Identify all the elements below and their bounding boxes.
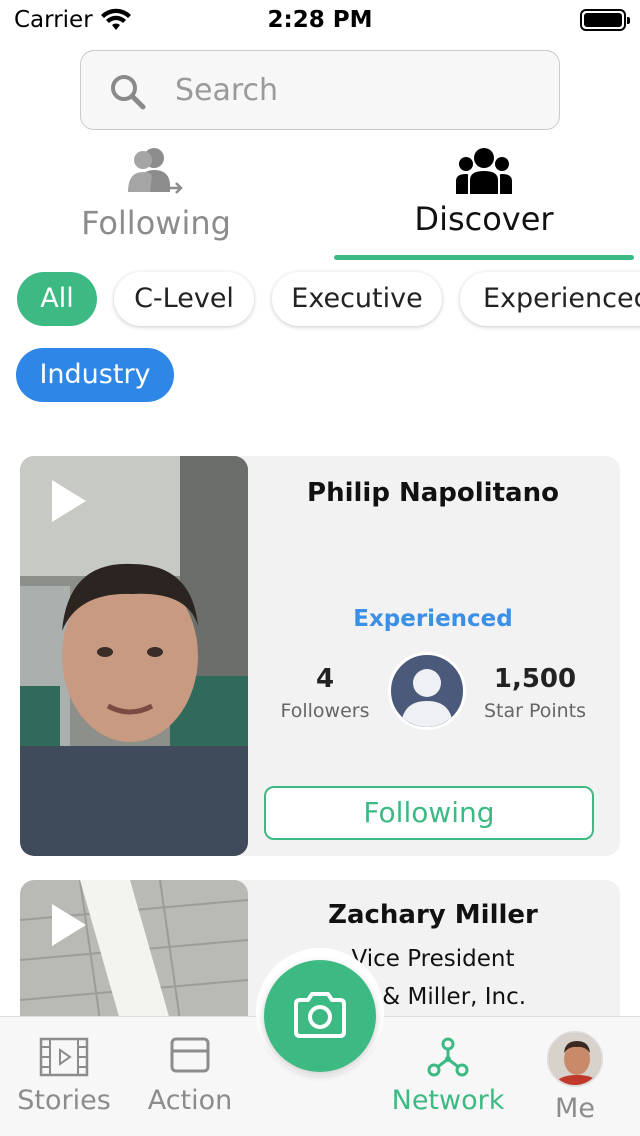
filter-chip-experienced[interactable]: Experienced: [460, 272, 640, 326]
camera-button[interactable]: [264, 960, 376, 1072]
play-icon: [52, 480, 86, 522]
following-users-icon: [126, 146, 186, 200]
filter-chip-c-level[interactable]: C-Level: [114, 272, 254, 326]
network-icon: [427, 1037, 469, 1081]
tab-following[interactable]: Following: [56, 138, 256, 260]
industry-chip[interactable]: Industry: [16, 348, 174, 402]
star-points-label: Star Points: [483, 700, 587, 722]
tab-discover-label: Discover: [414, 200, 554, 238]
tab-stories[interactable]: Stories: [14, 1017, 114, 1136]
search-icon: [109, 73, 149, 117]
tab-me[interactable]: Me: [530, 1017, 620, 1136]
video-thumbnail[interactable]: [20, 880, 248, 1020]
tab-discover[interactable]: Discover: [334, 138, 634, 260]
filter-chip-executive[interactable]: Executive: [272, 272, 442, 326]
filter-chip-all[interactable]: All: [17, 272, 97, 326]
profile-card[interactable]: Philip Napolitano Experienced 4 Follower…: [20, 456, 620, 856]
tab-network[interactable]: Network: [388, 1017, 508, 1136]
status-bar: Carrier 2:28 PM: [0, 0, 640, 40]
clock: 2:28 PM: [267, 7, 373, 33]
tab-me-label: Me: [555, 1093, 595, 1124]
search-input[interactable]: [175, 67, 535, 113]
film-icon: [39, 1037, 89, 1081]
battery-icon: [580, 9, 630, 31]
profile-level: Experienced: [353, 606, 513, 632]
window-icon: [170, 1037, 210, 1077]
followers-label: Followers: [280, 700, 370, 722]
avatar-icon: [388, 652, 466, 730]
play-icon: [52, 904, 86, 946]
tab-action-label: Action: [147, 1085, 233, 1116]
profile-name: Philip Napolitano: [307, 478, 559, 508]
group-icon: [454, 146, 514, 200]
followers-count: 4: [315, 664, 335, 694]
profile-name: Zachary Miller: [328, 900, 538, 930]
tab-following-label: Following: [81, 204, 231, 242]
tab-action[interactable]: Action: [140, 1017, 240, 1136]
tab-stories-label: Stories: [17, 1085, 111, 1116]
search-bar[interactable]: [80, 50, 560, 130]
star-points-count: 1,500: [493, 664, 577, 694]
avatar-icon: [547, 1031, 603, 1087]
following-button[interactable]: Following: [264, 786, 594, 840]
video-thumbnail[interactable]: [20, 456, 248, 856]
tab-network-label: Network: [391, 1085, 505, 1116]
active-tab-indicator: [334, 255, 634, 260]
